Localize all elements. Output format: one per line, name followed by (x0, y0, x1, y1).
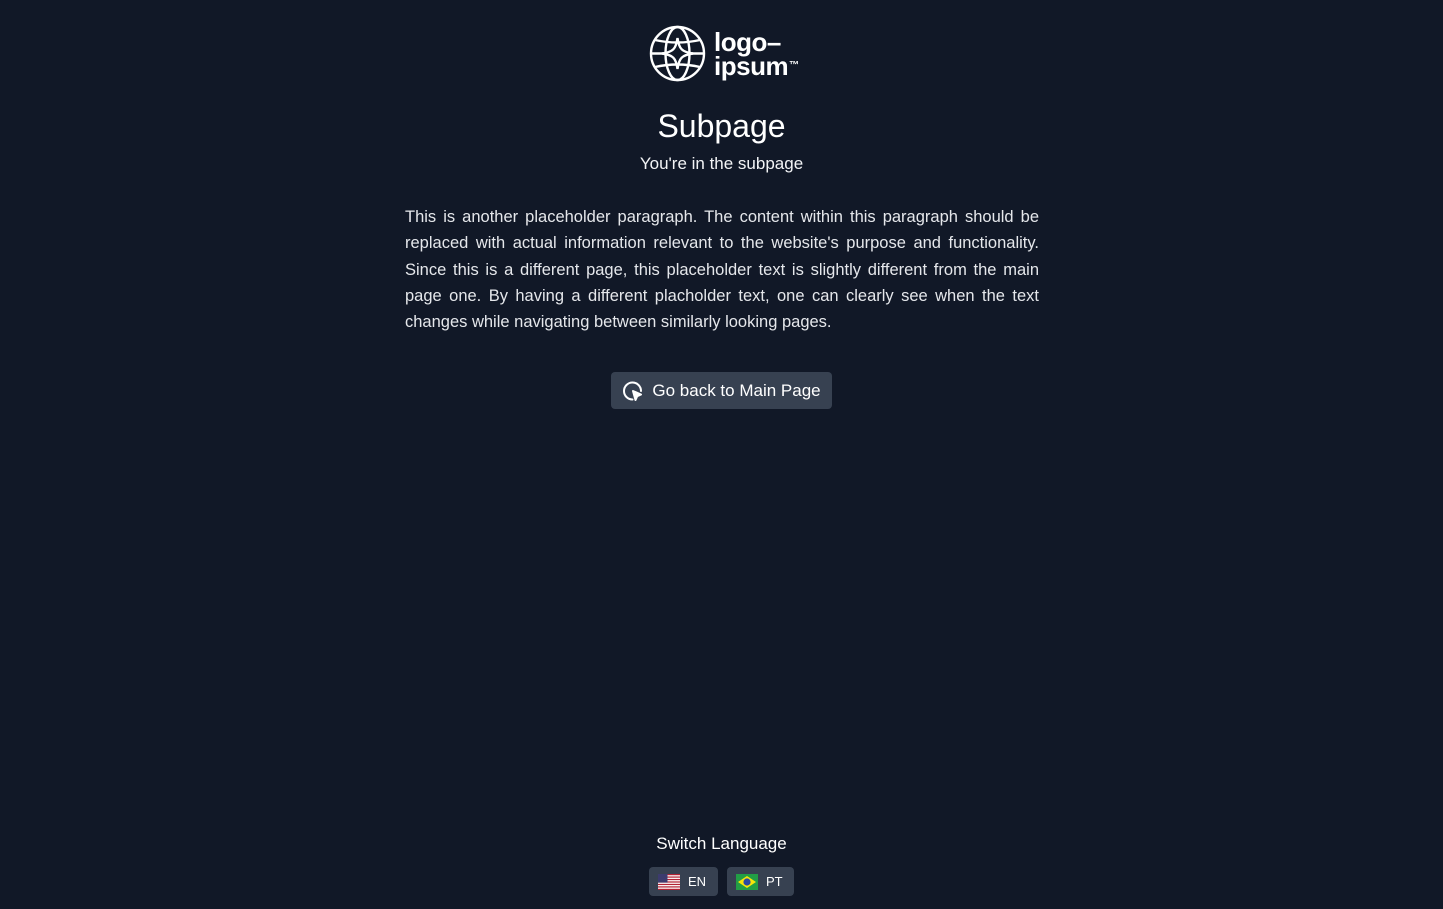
br-flag-icon (736, 873, 758, 890)
globe-sparkle-icon (649, 25, 706, 82)
page-subtitle: You're in the subpage (639, 154, 804, 173)
page-root: logo– ipsum™ Subpage You're in the subpa… (0, 0, 1443, 909)
language-pt-button[interactable]: PT (727, 867, 794, 896)
language-pt-label: PT (766, 874, 783, 889)
page-title: Subpage (657, 108, 786, 144)
logo-wordmark: logo– ipsum™ (714, 26, 799, 81)
back-button-label: Go back to Main Page (652, 380, 821, 400)
content-paragraph: This is another placeholder paragraph. T… (405, 208, 1039, 332)
us-flag-icon (658, 873, 680, 890)
brand-logo[interactable]: logo– ipsum™ (649, 25, 799, 82)
language-en-label: EN (688, 874, 707, 889)
language-en-button[interactable]: EN (649, 867, 718, 896)
language-switch-title: Switch Language (656, 834, 787, 853)
cursor-click-icon (622, 380, 644, 402)
back-to-main-button[interactable]: Go back to Main Page (611, 372, 832, 409)
language-options: EN PT (649, 867, 794, 896)
